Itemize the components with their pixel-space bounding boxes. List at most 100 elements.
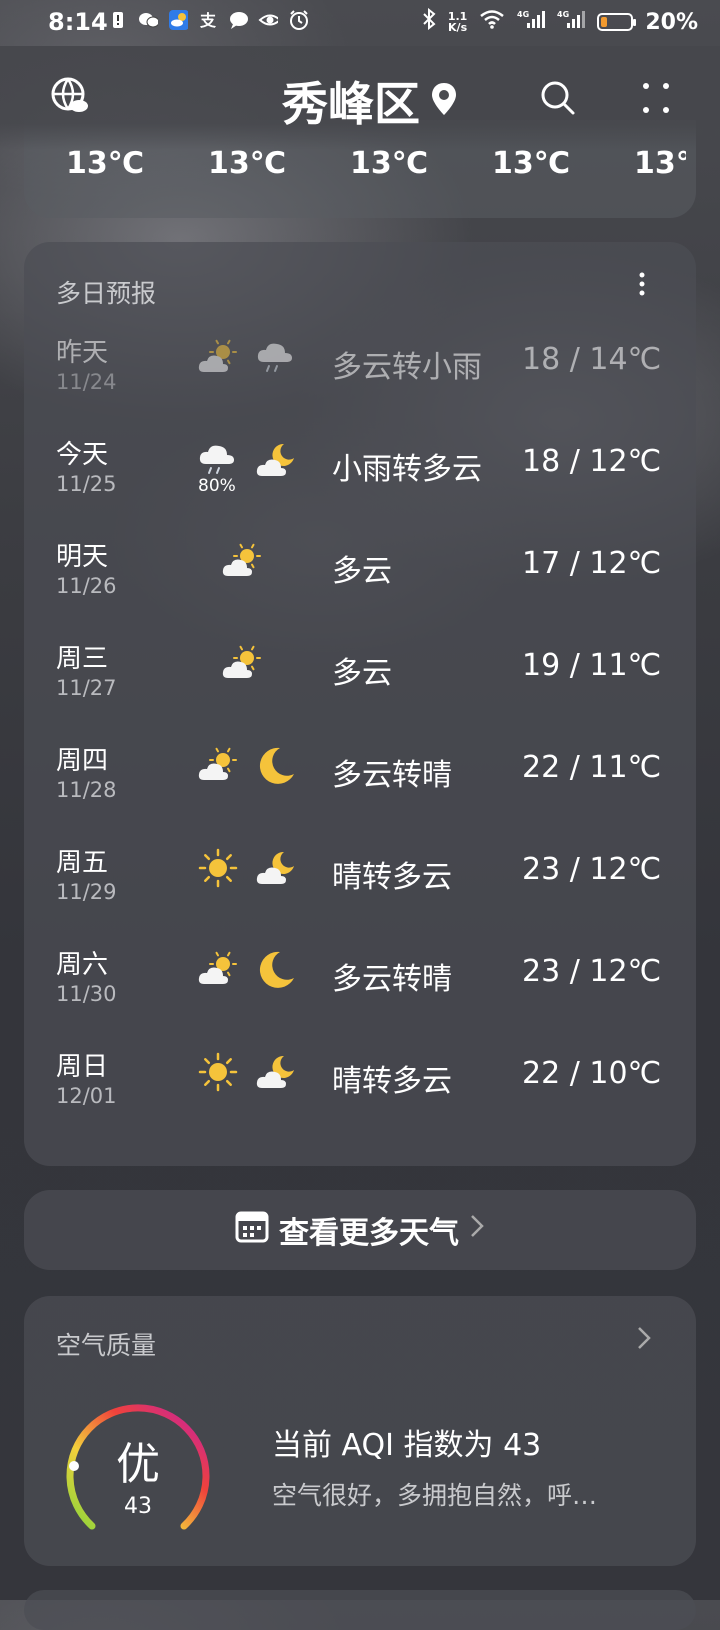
alarm-icon [288, 10, 308, 30]
battery-fill [601, 17, 608, 27]
svg-text:4G: 4G [517, 10, 529, 19]
hourly-temp: 13℃ [350, 146, 429, 181]
top-header: 秀峰区 [0, 46, 720, 150]
hourly-temp: 13℃ [66, 146, 145, 181]
forecast-row[interactable]: 周五 11/29 晴转多云 23 / 12℃ [24, 836, 696, 940]
chevron-right-icon [469, 1212, 485, 1248]
forecast-temp-range: 17 / 12℃ [522, 546, 662, 581]
chevron-right-icon[interactable] [636, 1324, 652, 1356]
hourly-temp: 13℃ [492, 146, 571, 181]
forecast-title: 多日预报 [56, 279, 157, 308]
aqi-level: 优 [116, 1439, 160, 1490]
next-card [24, 1590, 696, 1630]
moon-icon [254, 744, 298, 784]
city-selector[interactable]: 秀峰区 [282, 68, 458, 134]
forecast-day: 周三 [56, 644, 109, 674]
forecast-date: 12/01 [56, 1084, 117, 1108]
partly-cloudy-day-icon [220, 642, 264, 682]
moon-icon [254, 948, 298, 988]
forecast-day: 周六 [56, 950, 109, 980]
calendar-icon [235, 1209, 269, 1251]
aqi-headline: 当前 AQI 指数为 43 [272, 1428, 542, 1463]
forecast-day: 周四 [56, 746, 109, 776]
forecast-temp-range: 23 / 12℃ [522, 954, 662, 989]
forecast-day: 今天 [56, 440, 109, 470]
more-dots-icon[interactable] [632, 74, 680, 122]
more-weather-button[interactable]: 查看更多天气 [24, 1190, 696, 1270]
city-name: 秀峰区 [282, 77, 420, 131]
forecast-condition: 晴转多云 [332, 860, 452, 895]
wifi-icon [479, 9, 505, 35]
forecast-date: 11/29 [56, 880, 117, 904]
light-rain-icon [254, 336, 298, 376]
eye-icon [258, 10, 278, 30]
signal-4g-icon: 4G [517, 8, 546, 36]
sun-icon [196, 846, 240, 888]
notification-icons: 支 [108, 10, 308, 30]
forecast-date: 11/30 [56, 982, 117, 1006]
weather-app-icon [168, 10, 188, 30]
forecast-day: 昨天 [56, 338, 109, 368]
forecast-row[interactable]: 周三 11/27 多云 19 / 11℃ [24, 632, 696, 736]
partly-cloudy-day-icon [220, 540, 264, 580]
partly-cloudy-night-icon [254, 438, 298, 478]
globe-weather-icon[interactable] [46, 72, 94, 120]
net-speed-unit: K/s [448, 21, 468, 34]
signal-4g-icon: 4G [557, 8, 586, 36]
forecast-temp-range: 23 / 12℃ [522, 852, 662, 887]
aqi-value: 43 [124, 1494, 152, 1519]
forecast-condition: 多云转晴 [332, 758, 452, 793]
net-speed: 1.1 K/s [448, 11, 468, 33]
forecast-day: 周日 [56, 1052, 109, 1082]
message-icon [228, 10, 248, 30]
forecast-day: 明天 [56, 542, 109, 572]
sim-alert-icon [108, 10, 128, 30]
partly-cloudy-day-icon [196, 336, 240, 376]
forecast-row[interactable]: 周六 11/30 多云转晴 23 / 12℃ [24, 938, 696, 1042]
forecast-date: 11/28 [56, 778, 117, 802]
forecast-row[interactable]: 周四 11/28 多云转晴 22 / 11℃ [24, 734, 696, 838]
system-icons: 1.1 K/s 4G 4G 20% [422, 7, 698, 36]
forecast-condition: 晴转多云 [332, 1064, 452, 1099]
forecast-condition: 多云转小雨 [332, 350, 482, 385]
forecast-row[interactable]: 昨天 11/24 多云转小雨 18 / 14℃ [24, 326, 696, 430]
forecast-condition: 多云 [332, 554, 392, 589]
hourly-temp: 13℃ [634, 146, 686, 181]
forecast-condition: 多云 [332, 656, 392, 691]
forecast-date: 11/24 [56, 370, 117, 394]
sun-icon [196, 1050, 240, 1092]
partly-cloudy-night-icon [254, 1050, 298, 1090]
forecast-temp-range: 18 / 14℃ [522, 342, 662, 377]
aqi-advice: 空气很好，多拥抱自然，呼… [272, 1481, 598, 1510]
air-quality-title: 空气质量 [56, 1331, 157, 1360]
hourly-temp: 13℃ [208, 146, 287, 181]
forecast-row[interactable]: 周日 12/01 晴转多云 22 / 10℃ [24, 1040, 696, 1144]
alipay-icon: 支 [198, 10, 218, 30]
forecast-temp-range: 22 / 10℃ [522, 1056, 662, 1091]
svg-text:支: 支 [199, 11, 217, 30]
wechat-icon [138, 10, 158, 30]
status-bar: 8:14 支 1.1 K/s 4G 4G 20% [0, 0, 720, 46]
forecast-temp-range: 18 / 12℃ [522, 444, 662, 479]
forecast-temp-range: 19 / 11℃ [522, 648, 662, 683]
forecast-row[interactable]: 今天 11/25 80% 小雨转多云 18 / 12℃ [24, 428, 696, 532]
forecast-row[interactable]: 明天 11/26 多云 17 / 12℃ [24, 530, 696, 634]
bluetooth-icon [422, 7, 436, 36]
forecast-condition: 小雨转多云 [332, 452, 482, 487]
forecast-temp-range: 22 / 11℃ [522, 750, 662, 785]
light-rain-icon [196, 438, 240, 478]
forecast-more-icon[interactable] [634, 270, 650, 302]
forecast-date: 11/27 [56, 676, 117, 700]
partly-cloudy-day-icon [196, 744, 240, 784]
forecast-condition: 多云转晴 [332, 962, 452, 997]
partly-cloudy-day-icon [196, 948, 240, 988]
more-weather-label: 查看更多天气 [279, 1216, 459, 1251]
battery-icon [597, 13, 637, 31]
precipitation-probability: 80% [198, 476, 236, 496]
forecast-day: 周五 [56, 848, 109, 878]
search-icon[interactable] [534, 74, 582, 122]
battery-percent: 20% [645, 9, 698, 35]
partly-cloudy-night-icon [254, 846, 298, 886]
location-pin-icon [430, 81, 458, 121]
status-time: 8:14 [48, 8, 108, 36]
